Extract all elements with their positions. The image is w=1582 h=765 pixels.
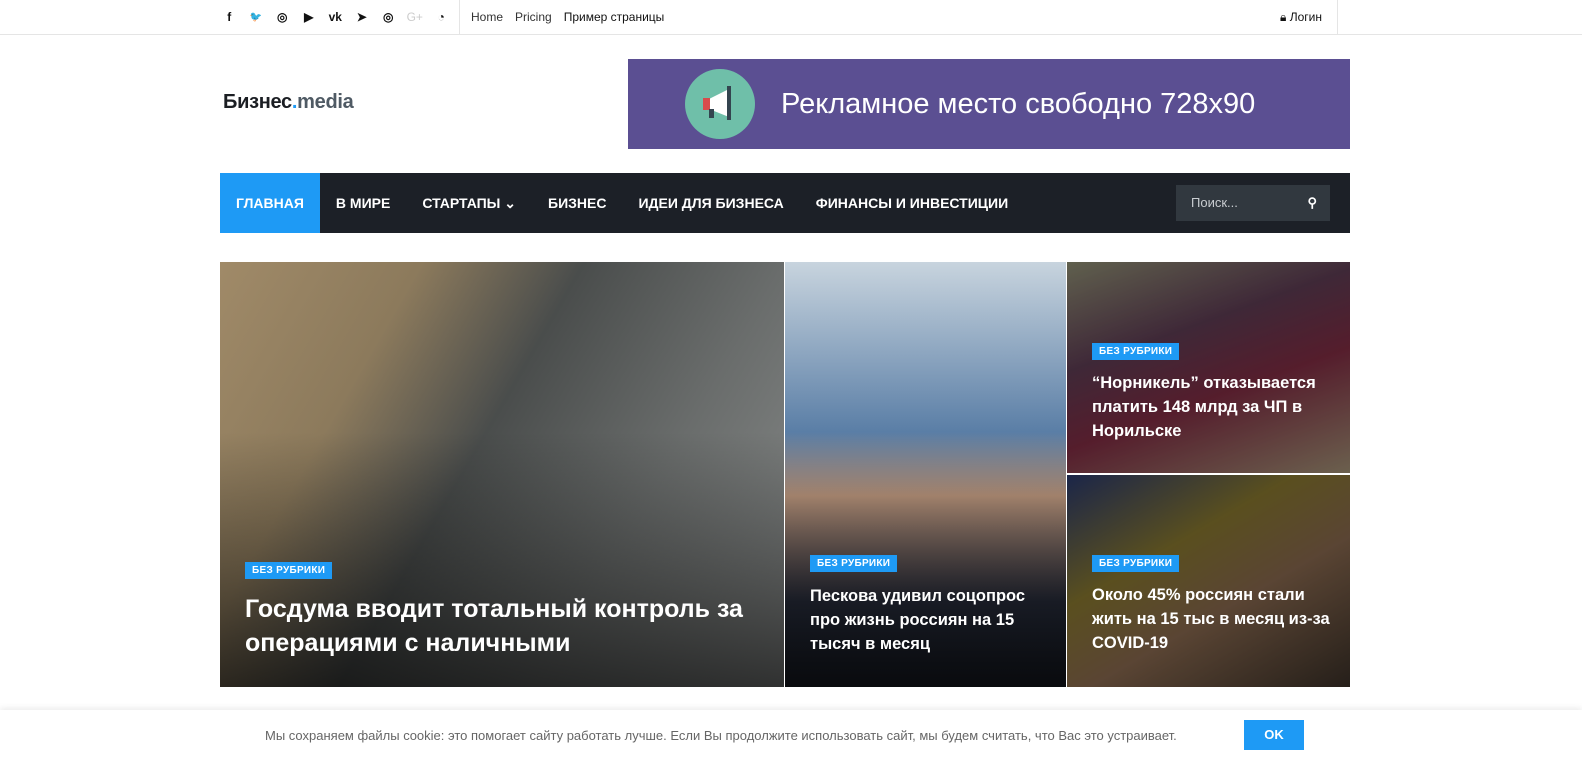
category-badge[interactable]: БЕЗ РУБРИКИ (810, 555, 898, 572)
instagram-icon[interactable]: ◎ (375, 10, 402, 24)
hero-post-main[interactable]: БЕЗ РУБРИКИ Госдума вводит тотальный кон… (220, 262, 784, 687)
cookie-ok-button[interactable]: OK (1244, 720, 1304, 750)
search-input[interactable]: Поиск... ⚲ (1176, 185, 1330, 221)
social-links: f 🐦 ◎ ▶ vk ➤ ◎ G+ ◔ (216, 0, 455, 34)
nav-startups[interactable]: СТАРТАПЫ ⌄ (406, 173, 532, 233)
nav-finance[interactable]: ФИНАНСЫ И ИНВЕСТИЦИИ (800, 173, 1024, 233)
google-plus-icon[interactable]: G+ (402, 10, 429, 24)
lock-icon: 🔒︎ (1280, 10, 1287, 24)
category-badge[interactable]: БЕЗ РУБРИКИ (1092, 343, 1180, 360)
cookie-banner: Мы сохраняем файлы cookie: это помогает … (0, 710, 1582, 765)
nav-business[interactable]: БИЗНЕС (532, 173, 622, 233)
main-nav: ГЛАВНАЯ В МИРЕ СТАРТАПЫ ⌄ БИЗНЕС ИДЕИ ДЛ… (220, 173, 1350, 233)
login-link[interactable]: 🔒︎ Логин (1280, 10, 1322, 25)
instagram-icon[interactable]: ◎ (269, 10, 296, 24)
vk-icon[interactable]: vk (322, 10, 349, 24)
nav-world[interactable]: В МИРЕ (320, 173, 406, 233)
post-title[interactable]: Около 45% россиян стали жить на 15 тыс в… (1092, 583, 1342, 655)
category-badge[interactable]: БЕЗ РУБРИКИ (245, 562, 333, 579)
link-pricing[interactable]: Pricing (515, 10, 552, 24)
youtube-icon[interactable]: ▶ (296, 10, 323, 24)
divider (1337, 0, 1338, 34)
post-title[interactable]: Госдума вводит тотальный контроль за опе… (245, 592, 755, 660)
post-title[interactable]: Пескова удивил соцопрос про жизнь россия… (810, 584, 1050, 656)
nav-business-ideas[interactable]: ИДЕИ ДЛЯ БИЗНЕСА (622, 173, 799, 233)
megaphone-icon (685, 69, 755, 139)
search-icon[interactable]: ⚲ (1307, 185, 1317, 221)
link-home[interactable]: Home (471, 10, 503, 24)
facebook-icon[interactable]: f (216, 10, 243, 24)
telegram-icon[interactable]: ➤ (349, 10, 376, 24)
category-badge[interactable]: БЕЗ РУБРИКИ (1092, 555, 1180, 572)
rss-icon[interactable]: ◔ (428, 10, 455, 24)
top-bar: f 🐦 ◎ ▶ vk ➤ ◎ G+ ◔ Home Pricing Пример … (0, 0, 1582, 35)
hero-post[interactable]: БЕЗ РУБРИКИ “Норникель” отказывается пла… (1067, 262, 1350, 473)
link-sample-page[interactable]: Пример страницы (564, 10, 665, 24)
hero-post[interactable]: БЕЗ РУБРИКИ Пескова удивил соцопрос про … (785, 262, 1066, 687)
login-label: Логин (1289, 10, 1322, 24)
nav-home[interactable]: ГЛАВНАЯ (220, 173, 320, 233)
hero-post[interactable]: БЕЗ РУБРИКИ Около 45% россиян стали жить… (1067, 475, 1350, 687)
twitter-icon[interactable]: 🐦 (243, 12, 270, 23)
post-title[interactable]: “Норникель” отказывается платить 148 млр… (1092, 371, 1342, 443)
divider (459, 0, 460, 34)
ad-text: Рекламное место свободно 728x90 (781, 87, 1256, 120)
cookie-text: Мы сохраняем файлы cookie: это помогает … (265, 728, 1177, 743)
ad-banner[interactable]: Рекламное место свободно 728x90 (628, 59, 1350, 149)
site-logo[interactable]: Бизнес.media (223, 91, 354, 114)
